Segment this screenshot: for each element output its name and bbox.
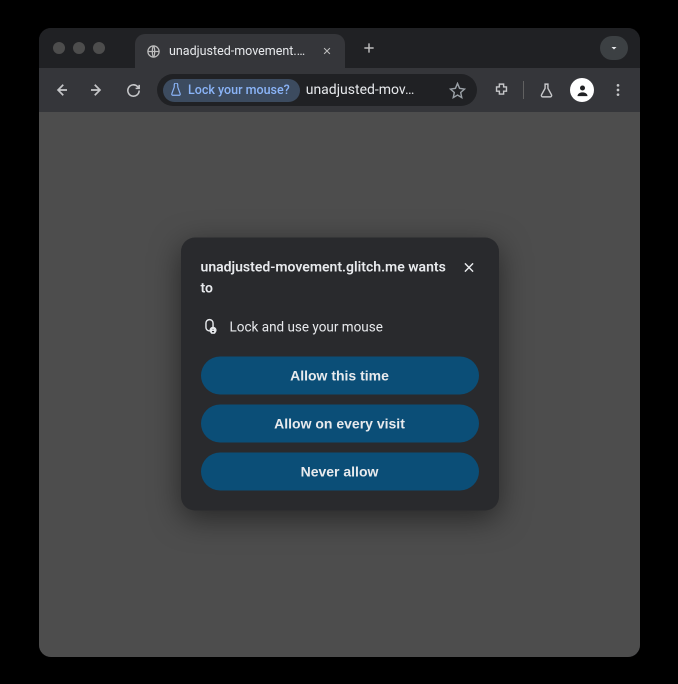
close-icon[interactable]	[319, 43, 335, 59]
allow-every-visit-button[interactable]: Allow on every visit	[201, 404, 479, 442]
avatar-icon	[570, 78, 594, 102]
never-allow-button[interactable]: Never allow	[201, 452, 479, 490]
globe-icon	[145, 43, 161, 59]
browser-tab[interactable]: unadjusted-movement.glitch.	[135, 34, 345, 68]
mouse-lock-icon	[201, 317, 218, 338]
close-icon[interactable]	[459, 257, 479, 277]
url-text: unadjusted-mov…	[306, 82, 439, 98]
reload-button[interactable]	[117, 74, 149, 106]
page-viewport: unadjusted-movement.glitch.me wants to L…	[39, 112, 640, 657]
permission-dialog: unadjusted-movement.glitch.me wants to L…	[181, 237, 499, 510]
toolbar-divider	[523, 81, 524, 99]
menu-button[interactable]	[602, 74, 634, 106]
extensions-button[interactable]	[485, 74, 517, 106]
allow-this-time-button[interactable]: Allow this time	[201, 356, 479, 394]
forward-button[interactable]	[81, 74, 113, 106]
address-bar[interactable]: Lock your mouse? unadjusted-mov…	[157, 74, 477, 106]
window-close-button[interactable]	[53, 42, 65, 54]
permission-chip-label: Lock your mouse?	[188, 83, 290, 98]
window-zoom-button[interactable]	[93, 42, 105, 54]
browser-window: unadjusted-movement.glitch.	[39, 28, 640, 657]
dialog-title: unadjusted-movement.glitch.me wants to	[201, 257, 449, 299]
permission-label: Lock and use your mouse	[230, 320, 383, 336]
tab-title: unadjusted-movement.glitch.	[169, 44, 311, 59]
new-tab-button[interactable]	[355, 34, 383, 62]
permission-row: Lock and use your mouse	[201, 317, 479, 338]
bookmark-star-icon[interactable]	[445, 78, 469, 102]
tab-search-button[interactable]	[600, 36, 628, 60]
window-minimize-button[interactable]	[73, 42, 85, 54]
profile-button[interactable]	[566, 74, 598, 106]
back-button[interactable]	[45, 74, 77, 106]
window-traffic-lights	[53, 42, 105, 54]
permission-chip[interactable]: Lock your mouse?	[163, 79, 300, 102]
toolbar: Lock your mouse? unadjusted-mov…	[39, 68, 640, 112]
titlebar: unadjusted-movement.glitch.	[39, 28, 640, 68]
labs-button[interactable]	[530, 74, 562, 106]
